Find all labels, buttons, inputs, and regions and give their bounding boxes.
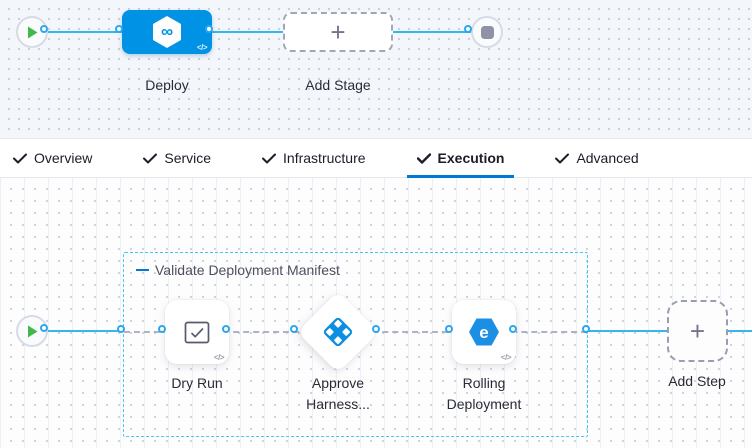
port-end-in[interactable] [464,25,472,33]
add-step-label: Add Step [647,371,747,392]
check-icon [417,153,431,164]
plus-icon: + [330,19,345,45]
port-group-in[interactable] [117,325,125,333]
add-stage-label: Add Stage [283,75,393,96]
plus-icon: + [690,318,705,344]
add-step-button[interactable]: + [667,300,728,362]
check-icon [143,153,157,164]
tab-infrastructure[interactable]: Infrastructure [252,139,375,177]
tab-overview[interactable]: Overview [3,139,102,177]
play-icon [27,325,38,338]
tab-label: Infrastructure [283,150,365,166]
step-group-header: Validate Deployment Manifest [136,262,340,278]
yaml-code-icon[interactable]: </> [501,353,511,362]
step-label-approve: Approve Harness... [278,373,398,415]
execution-step-canvas: Validate Deployment Manifest </> [0,178,752,448]
stage-pipeline-canvas: ∞ </> + Deploy Add Stage [0,0,752,138]
add-stage-button[interactable]: + [283,12,393,52]
exec-connector-line [588,330,667,332]
port-group-out[interactable] [582,325,590,333]
step-label-dry-run: Dry Run [137,373,257,394]
tab-service[interactable]: Service [133,139,221,177]
check-icon [262,153,276,164]
tab-label: Service [164,150,211,166]
step-label-line: Harness... [278,394,398,415]
port-rolling-out[interactable] [509,325,517,333]
stop-icon [481,26,494,39]
port-start-out[interactable] [40,25,48,33]
port-deploy-in[interactable] [115,25,123,33]
step-node-dry-run[interactable]: </> [165,300,229,364]
svg-text:∞: ∞ [161,22,173,41]
yaml-code-icon[interactable]: </> [214,353,224,362]
harness-cd-icon: ∞ [151,15,183,49]
tab-label: Advanced [576,150,638,166]
step-node-rolling-deployment[interactable]: e </> [452,300,516,364]
tab-label: Overview [34,150,92,166]
collapse-group-icon[interactable] [136,269,149,271]
tab-execution[interactable]: Execution [407,139,515,177]
port-rolling-in[interactable] [445,325,453,333]
step-node-approve-harness[interactable] [297,291,379,373]
check-icon [13,153,27,164]
pipeline-end-node[interactable] [471,16,503,48]
tab-advanced[interactable]: Advanced [545,139,648,177]
yaml-code-icon[interactable]: </> [197,43,207,52]
step-label-rolling-deployment: Rolling Deployment [424,373,544,415]
svg-text:e: e [479,323,488,342]
rolling-deployment-icon: e [468,315,500,349]
stage-connector-line [32,31,487,33]
port-deploy-out[interactable] [205,25,213,33]
stage-config-tabbar: Overview Service Infrastructure Executio… [0,138,752,178]
step-group-title: Validate Deployment Manifest [155,262,340,278]
tab-label: Execution [438,150,505,166]
port-approve-in[interactable] [290,325,298,333]
port-dry-run-out[interactable] [222,325,230,333]
dry-run-icon [184,321,210,344]
play-icon [27,26,38,39]
step-group-validate-deployment-manifest: Validate Deployment Manifest </> [123,252,588,437]
stage-label-deploy: Deploy [122,75,212,96]
stage-node-deploy[interactable]: ∞ </> [122,10,212,54]
step-label-line: Approve [278,373,398,394]
check-icon [555,153,569,164]
harness-approval-icon [318,312,358,352]
port-dry-run-in[interactable] [158,325,166,333]
port-exec-start-out[interactable] [40,324,48,332]
exec-connector-line [728,330,752,332]
port-approve-out[interactable] [372,325,380,333]
